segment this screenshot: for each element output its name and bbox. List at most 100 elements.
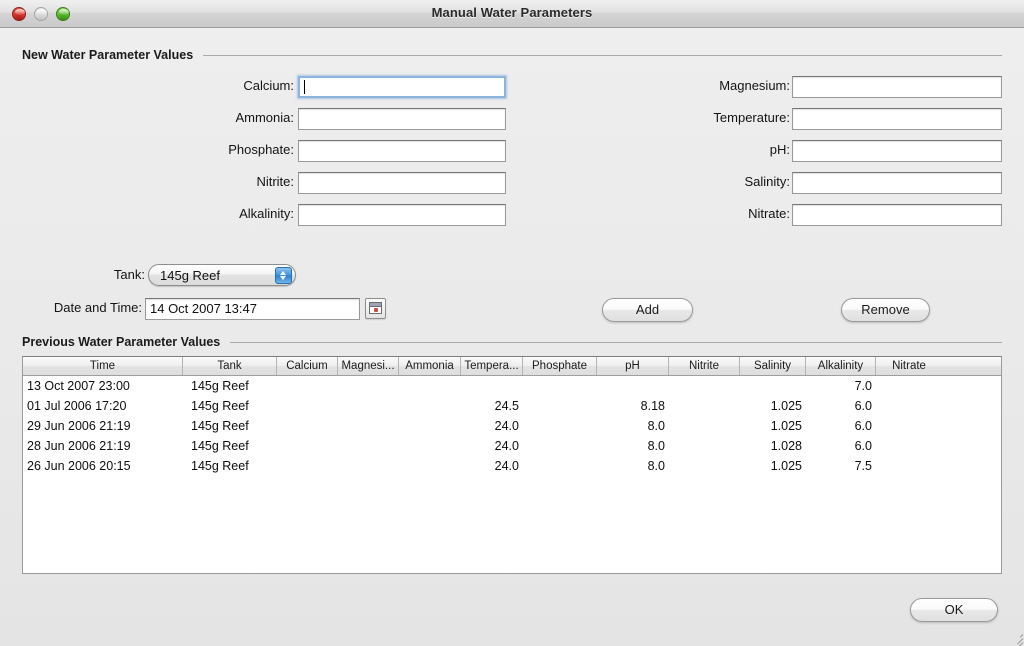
input-salinity[interactable] <box>792 172 1002 194</box>
window-title: Manual Water Parameters <box>431 5 593 20</box>
manual-water-parameters-window: Manual Water Parameters New Water Parame… <box>0 0 1024 646</box>
label-phosphate: Phosphate: <box>228 142 294 157</box>
table-cell-magnesium <box>338 436 399 456</box>
input-phosphate[interactable] <box>298 140 506 162</box>
calendar-picker-button[interactable] <box>365 298 386 319</box>
table-cell-time: 26 Jun 2006 20:15 <box>27 459 131 473</box>
table-cell-alkalinity: 7.5 <box>854 459 872 473</box>
previous-values-group-header: Previous Water Parameter Values <box>22 333 1002 349</box>
table-cell-calcium <box>277 376 338 396</box>
label-datetime: Date and Time: <box>53 300 142 315</box>
table-cell-nitrite <box>669 376 740 396</box>
input-calcium[interactable] <box>298 76 506 98</box>
add-button[interactable]: Add <box>602 298 693 322</box>
label-alkalinity: Alkalinity: <box>239 206 294 221</box>
table-cell-phosphate <box>523 396 597 416</box>
table-column-header[interactable]: Nitrite <box>669 357 740 375</box>
table-cell-tank: 145g Reef <box>191 419 249 433</box>
tank-select[interactable]: 145g Reef <box>148 264 296 286</box>
table-row[interactable]: 01 Jul 2006 17:20 145g Reef 24.5 8.18 1.025 6… <box>23 396 1001 416</box>
input-nitrite[interactable] <box>298 172 506 194</box>
table-header-row: Time Tank Calcium Magnesi... Ammonia Tempera.… <box>23 357 1001 376</box>
table-column-header[interactable]: Calcium <box>277 357 338 375</box>
table-column-header[interactable]: Tank <box>183 357 277 375</box>
table-row[interactable]: 26 Jun 2006 20:15 145g Reef 24.0 8.0 1.025 7.… <box>23 456 1001 476</box>
table-cell-temperature: 24.0 <box>494 419 519 433</box>
table-cell-temperature: 24.0 <box>494 439 519 453</box>
field-row-ammonia: Ammonia: <box>100 108 506 130</box>
table-cell-nitrate <box>876 436 942 456</box>
table-cell-ammonia <box>399 436 461 456</box>
table-column-header[interactable]: Salinity <box>740 357 806 375</box>
input-temperature[interactable] <box>792 108 1002 130</box>
calendar-icon <box>369 302 382 314</box>
table-cell-phosphate <box>523 416 597 436</box>
table-cell-alkalinity: 6.0 <box>854 399 872 413</box>
input-ammonia[interactable] <box>298 108 506 130</box>
datetime-row: Date and Time: 14 Oct 2007 13:47 <box>0 297 400 321</box>
table-cell-tank: 145g Reef <box>191 439 249 453</box>
chevron-updown-icon <box>275 267 292 284</box>
table-column-header[interactable]: pH <box>597 357 669 375</box>
table-cell-time: 29 Jun 2006 21:19 <box>27 419 131 433</box>
table-cell-ammonia <box>399 396 461 416</box>
input-magnesium[interactable] <box>792 76 1002 98</box>
table-cell-nitrate <box>876 396 942 416</box>
table-cell-temperature <box>461 376 523 396</box>
table-row[interactable]: 13 Oct 2007 23:00 145g Reef 7.0 <box>23 376 1001 396</box>
input-nitrate[interactable] <box>792 204 1002 226</box>
label-salinity: Salinity: <box>744 174 790 189</box>
table-column-header[interactable]: Magnesi... <box>338 357 399 375</box>
table-cell-nitrite <box>669 416 740 436</box>
tank-select-value: 145g Reef <box>160 268 220 283</box>
table-column-header[interactable]: Tempera... <box>461 357 523 375</box>
field-row-nitrate: Nitrate: <box>594 204 1002 226</box>
table-cell-ammonia <box>399 456 461 476</box>
table-row[interactable]: 28 Jun 2006 21:19 145g Reef 24.0 8.0 1.028 6.… <box>23 436 1001 456</box>
table-cell-nitrate <box>876 376 942 396</box>
table-cell-magnesium <box>338 396 399 416</box>
table-cell-nitrite <box>669 396 740 416</box>
table-column-header[interactable]: Ammonia <box>399 357 461 375</box>
new-values-group-rule <box>203 55 1002 56</box>
table-cell-ammonia <box>399 416 461 436</box>
label-nitrate: Nitrate: <box>748 206 790 221</box>
table-cell-ammonia <box>399 376 461 396</box>
ok-button[interactable]: OK <box>910 598 998 622</box>
previous-values-group-title: Previous Water Parameter Values <box>22 335 221 349</box>
table-cell-nitrate <box>876 416 942 436</box>
table-cell-ph <box>597 376 669 396</box>
previous-values-table[interactable]: Time Tank Calcium Magnesi... Ammonia Tempera.… <box>22 356 1002 574</box>
table-cell-ph: 8.18 <box>640 399 665 413</box>
field-row-alkalinity: Alkalinity: <box>100 204 506 226</box>
new-values-group-title: New Water Parameter Values <box>22 48 194 62</box>
window-titlebar: Manual Water Parameters <box>0 0 1024 28</box>
tank-row: Tank: 145g Reef <box>0 264 300 288</box>
label-nitrite: Nitrite: <box>256 174 294 189</box>
field-row-salinity: Salinity: <box>594 172 1002 194</box>
input-ph[interactable] <box>792 140 1002 162</box>
table-cell-calcium <box>277 396 338 416</box>
table-body: 13 Oct 2007 23:00 145g Reef 7.0 01 Jul 2006… <box>23 376 1001 476</box>
input-datetime[interactable]: 14 Oct 2007 13:47 <box>145 298 360 320</box>
table-column-header[interactable]: Time <box>23 357 183 375</box>
field-row-temperature: Temperature: <box>594 108 1002 130</box>
table-cell-alkalinity: 6.0 <box>854 439 872 453</box>
table-cell-magnesium <box>338 416 399 436</box>
new-values-group-header: New Water Parameter Values <box>22 46 1002 62</box>
table-column-header[interactable]: Phosphate <box>523 357 597 375</box>
table-column-header[interactable]: Nitrate <box>876 357 942 375</box>
table-row[interactable]: 29 Jun 2006 21:19 145g Reef 24.0 8.0 1.025 6.… <box>23 416 1001 436</box>
table-cell-temperature: 24.0 <box>494 459 519 473</box>
table-cell-time: 01 Jul 2006 17:20 <box>27 399 127 413</box>
table-column-header[interactable]: Alkalinity <box>806 357 876 375</box>
remove-button[interactable]: Remove <box>841 298 930 322</box>
label-magnesium: Magnesium: <box>719 78 790 93</box>
input-alkalinity[interactable] <box>298 204 506 226</box>
resize-grip[interactable] <box>1009 631 1024 646</box>
table-cell-salinity: 1.025 <box>770 459 802 473</box>
table-cell-tank: 145g Reef <box>191 399 249 413</box>
table-cell-calcium <box>277 436 338 456</box>
table-cell-salinity: 1.028 <box>770 439 802 453</box>
table-cell-magnesium <box>338 456 399 476</box>
